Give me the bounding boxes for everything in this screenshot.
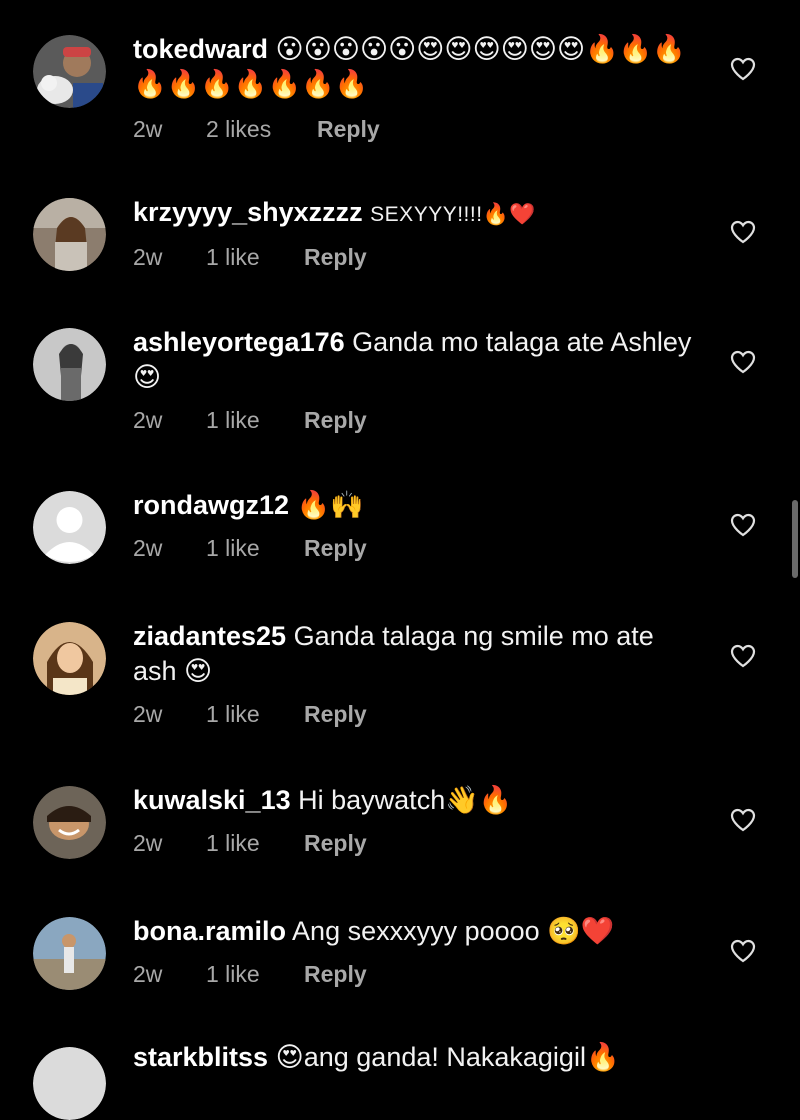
comment-time: 2w [133, 961, 163, 987]
comment-body: SEXYYY!!!!🔥❤️ [370, 203, 536, 226]
comment-body: Hi baywatch👋🔥 [298, 785, 513, 815]
comment-time: 2w [133, 244, 163, 270]
comment-likes[interactable]: 1 like [206, 244, 304, 271]
reply-button[interactable]: Reply [304, 961, 367, 988]
comment-likes[interactable]: 1 like [206, 407, 304, 434]
comment-text: ziadantes25 Ganda talaga ng smile mo ate… [133, 619, 703, 689]
like-heart-icon[interactable] [730, 57, 756, 81]
comment-meta: 2w 1 like Reply [133, 701, 703, 728]
avatar[interactable] [33, 35, 106, 108]
avatar[interactable] [33, 917, 106, 990]
avatar[interactable] [33, 328, 106, 401]
comment-username[interactable]: krzyyyy_shyxzzzz [133, 197, 363, 227]
comment-time: 2w [133, 830, 163, 856]
comment-meta: 2w 1 like Reply [133, 407, 703, 434]
reply-button[interactable]: Reply [304, 830, 367, 857]
comment-text: rondawgz12 🔥🙌 [133, 488, 703, 523]
avatar[interactable] [33, 491, 106, 564]
comment-text: bona.ramilo Ang sexxxyyy poooo 🥺❤️ [133, 914, 703, 949]
comment-likes[interactable]: 1 like [206, 701, 304, 728]
comment-meta: 2w 1 like Reply [133, 244, 703, 271]
comment-text: kuwalski_13 Hi baywatch👋🔥 [133, 783, 703, 818]
comment-meta: 2w 1 like Reply [133, 830, 703, 857]
comment-likes[interactable]: 1 like [206, 961, 304, 988]
comment-username[interactable]: ashleyortega176 [133, 327, 345, 357]
comment-username[interactable]: ziadantes25 [133, 621, 286, 651]
comment-username[interactable]: rondawgz12 [133, 490, 289, 520]
reply-button[interactable]: Reply [317, 116, 380, 143]
like-heart-icon[interactable] [730, 220, 756, 244]
comment-likes[interactable]: 2 likes [206, 116, 317, 143]
like-heart-icon[interactable] [730, 513, 756, 537]
like-heart-icon[interactable] [730, 644, 756, 668]
comment-text: ashleyortega176 Ganda mo talaga ate Ashl… [133, 325, 703, 395]
comment-likes[interactable]: 1 like [206, 535, 304, 562]
comment-likes[interactable]: 1 like [206, 830, 304, 857]
comment-username[interactable]: starkblitss [133, 1042, 268, 1072]
comment-username[interactable]: bona.ramilo [133, 916, 286, 946]
scrollbar[interactable] [792, 500, 798, 578]
comment-meta: 2w 1 like Reply [133, 961, 703, 988]
comment-text: starkblitss 😍ang ganda! Nakakagigil🔥 [133, 1040, 703, 1075]
comment-meta: 2w 1 like Reply [133, 535, 703, 562]
reply-button[interactable]: Reply [304, 244, 367, 271]
avatar[interactable] [33, 1047, 106, 1120]
comment-username[interactable]: tokedward [133, 34, 268, 64]
reply-button[interactable]: Reply [304, 535, 367, 562]
avatar[interactable] [33, 786, 106, 859]
comment-body: 🔥🙌 [296, 490, 364, 520]
like-heart-icon[interactable] [730, 808, 756, 832]
comment-time: 2w [133, 535, 163, 561]
comment-username[interactable]: kuwalski_13 [133, 785, 291, 815]
comment-time: 2w [133, 407, 163, 433]
reply-button[interactable]: Reply [304, 407, 367, 434]
comment-time: 2w [133, 701, 163, 727]
avatar[interactable] [33, 198, 106, 271]
comment-text: krzyyyy_shyxzzzz SEXYYY!!!!🔥❤️ [133, 195, 703, 232]
like-heart-icon[interactable] [730, 939, 756, 963]
comment-text: tokedward 😮😮😮😮😮😍😍😍😍😍😍🔥🔥🔥🔥🔥🔥🔥🔥🔥🔥 [133, 32, 703, 102]
comment-time: 2w [133, 116, 163, 142]
reply-button[interactable]: Reply [304, 701, 367, 728]
like-heart-icon[interactable] [730, 350, 756, 374]
comment-meta: 2w 2 likes Reply [133, 116, 703, 143]
comment-body: Ang sexxxyyy poooo 🥺❤️ [292, 916, 615, 946]
comment-body: 😍ang ganda! Nakakagigil🔥 [275, 1042, 620, 1072]
avatar[interactable] [33, 622, 106, 695]
